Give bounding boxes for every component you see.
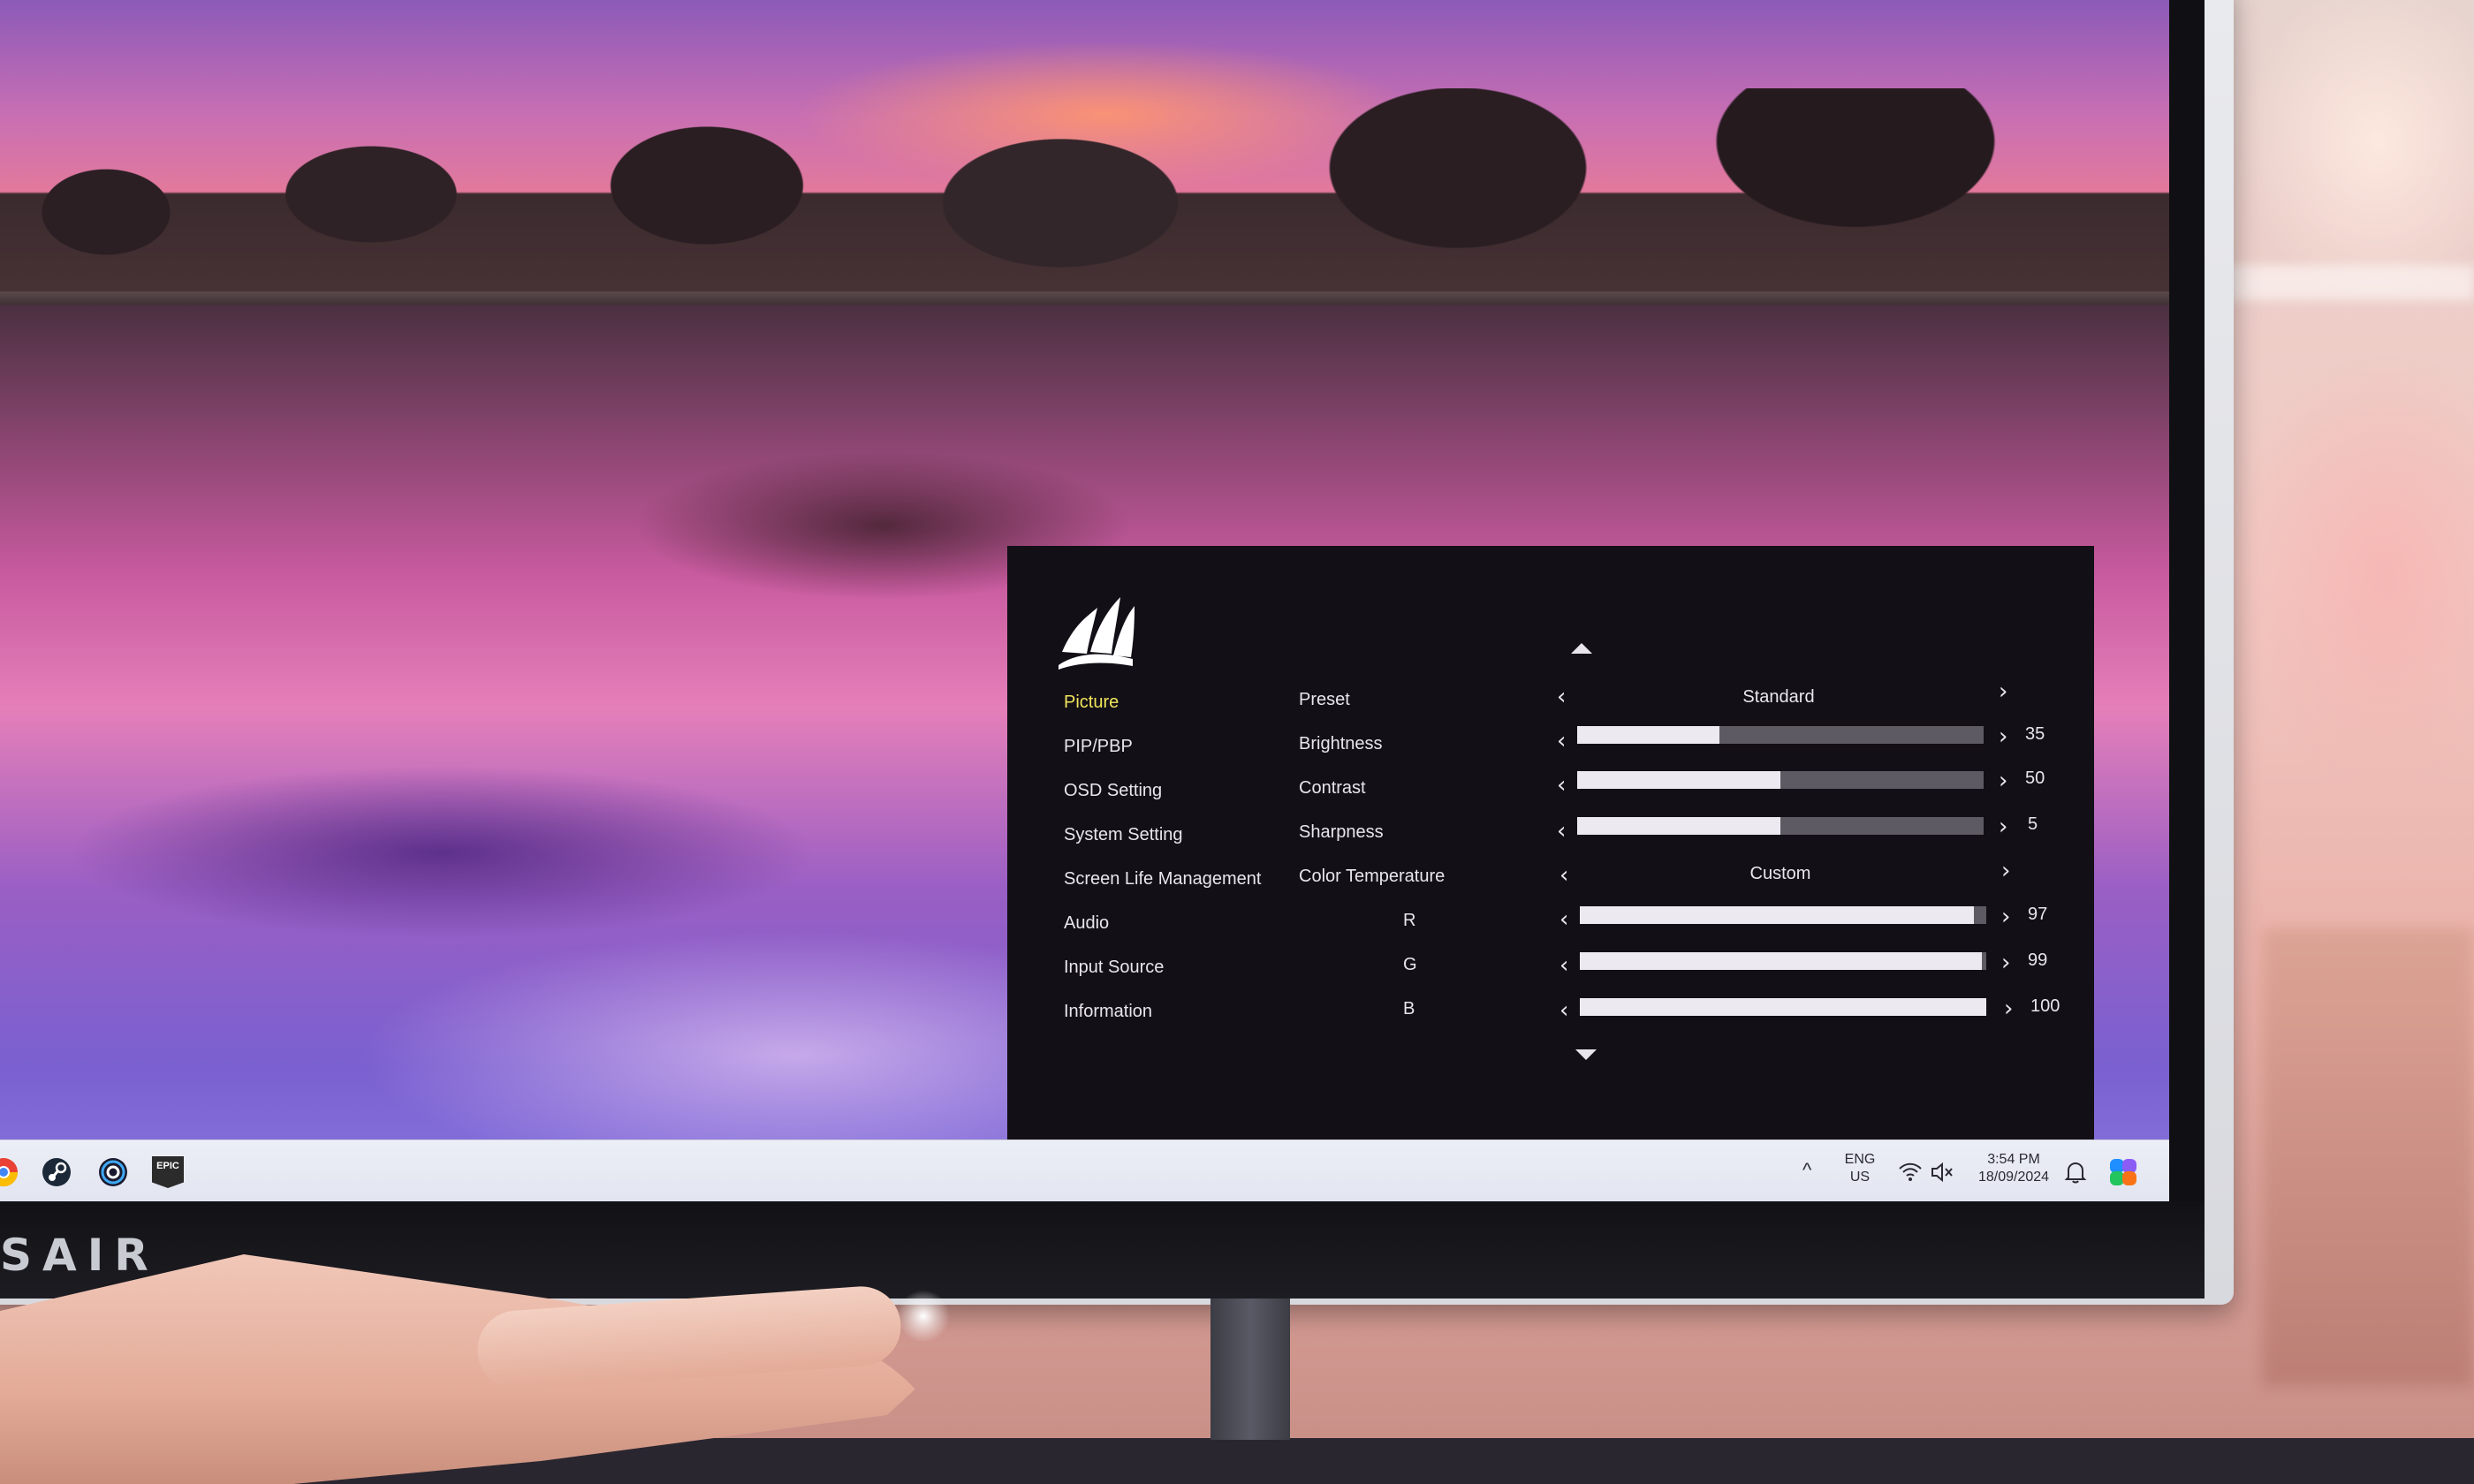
clock[interactable]: 3:54 PM 18/09/2024 [1965, 1151, 2062, 1186]
contrast-label: Contrast [1299, 778, 1366, 798]
red-gain-slider-fill [1580, 906, 1975, 924]
blue-gain-decrease-icon[interactable]: ‹ [1560, 999, 1568, 1022]
menu-item-audio[interactable]: Audio [1064, 913, 1109, 934]
brightness-slider[interactable] [1577, 726, 1984, 744]
monitor-brand-text: SAIR [0, 1230, 159, 1281]
monitor-stand [1210, 1298, 1290, 1440]
sharpness-label: Sharpness [1299, 822, 1384, 842]
red-gain-slider[interactable] [1580, 906, 1986, 924]
monitor-screen: Picture PIP/PBP OSD Setting System Setti… [0, 0, 2169, 1201]
color-temperature-next-icon[interactable]: › [2001, 859, 2010, 882]
epic-games-icon[interactable]: EPIC [152, 1156, 184, 1188]
color-temperature-value[interactable]: Custom [1657, 864, 1904, 884]
green-gain-decrease-icon[interactable]: ‹ [1560, 954, 1568, 977]
copilot-icon[interactable] [2106, 1155, 2140, 1189]
contrast-decrease-icon[interactable]: ‹ [1557, 774, 1566, 797]
contrast-value: 50 [2025, 768, 2045, 788]
brightness-value: 35 [2025, 724, 2045, 744]
steam-icon[interactable] [41, 1156, 72, 1188]
sharpness-decrease-icon[interactable]: ‹ [1557, 820, 1566, 843]
contrast-slider-fill [1577, 771, 1780, 789]
region-code: US [1849, 1170, 1871, 1185]
sharpness-value: 5 [2028, 814, 2038, 834]
green-gain-slider-fill [1580, 952, 1983, 970]
blue-gain-slider-fill [1580, 998, 1986, 1016]
menu-item-system-setting[interactable]: System Setting [1064, 825, 1183, 845]
contrast-increase-icon[interactable]: › [1999, 769, 2007, 792]
brightness-slider-fill [1577, 726, 1719, 744]
osd-menu-panel: Picture PIP/PBP OSD Setting System Setti… [1007, 546, 2094, 1140]
notification-bell-icon[interactable] [2064, 1160, 2087, 1185]
show-hidden-icons-icon[interactable]: ^ [1802, 1161, 1811, 1180]
menu-item-picture[interactable]: Picture [1064, 693, 1119, 713]
volume-muted-icon[interactable] [1930, 1160, 1954, 1185]
windows-taskbar: EPIC ^ ENG US 3:54 PM 18/09/2024 [0, 1140, 2169, 1201]
background-object [2262, 928, 2474, 1387]
blue-gain-value: 100 [2030, 996, 2060, 1016]
green-gain-label: G [1403, 955, 1417, 974]
ubisoft-icon[interactable] [97, 1156, 129, 1188]
language-indicator[interactable]: ENG US [1838, 1151, 1882, 1186]
background-shelf [2209, 265, 2474, 300]
green-gain-value: 99 [2028, 950, 2048, 970]
blue-gain-label: B [1403, 999, 1415, 1018]
wallpaper-treeline [0, 88, 2169, 318]
blue-gain-increase-icon[interactable]: › [2004, 997, 2013, 1020]
green-gain-slider[interactable] [1580, 952, 1986, 970]
brightness-label: Brightness [1299, 734, 1383, 753]
preset-label: Preset [1299, 690, 1350, 709]
wifi-icon[interactable] [1898, 1160, 1923, 1185]
blue-gain-slider[interactable] [1580, 998, 1986, 1016]
power-led [897, 1290, 950, 1343]
menu-item-input-source[interactable]: Input Source [1064, 958, 1164, 978]
language-code: ENG [1844, 1152, 1876, 1167]
corsair-sails-icon [1059, 597, 1135, 670]
chrome-icon[interactable] [0, 1156, 19, 1188]
menu-item-pip-pbp[interactable]: PIP/PBP [1064, 737, 1133, 757]
sharpness-increase-icon[interactable]: › [1999, 815, 2007, 838]
color-temperature-prev-icon[interactable]: ‹ [1560, 864, 1568, 887]
menu-item-osd-setting[interactable]: OSD Setting [1064, 781, 1162, 801]
red-gain-value: 97 [2028, 905, 2048, 924]
scroll-down-icon[interactable] [1575, 1049, 1597, 1060]
menu-item-information[interactable]: Information [1064, 1002, 1152, 1022]
brightness-increase-icon[interactable]: › [1999, 725, 2007, 748]
brightness-decrease-icon[interactable]: ‹ [1557, 730, 1566, 753]
clock-date: 18/09/2024 [1977, 1170, 2050, 1185]
red-gain-decrease-icon[interactable]: ‹ [1560, 908, 1568, 931]
contrast-slider[interactable] [1577, 771, 1984, 789]
red-gain-label: R [1403, 911, 1416, 930]
epic-games-label: EPIC [156, 1161, 179, 1171]
sharpness-slider-fill [1577, 817, 1780, 835]
preset-prev-icon[interactable]: ‹ [1557, 685, 1566, 708]
preset-next-icon[interactable]: › [1999, 680, 2007, 703]
preset-value[interactable]: Standard [1655, 687, 1902, 708]
green-gain-increase-icon[interactable]: › [2001, 951, 2010, 974]
red-gain-increase-icon[interactable]: › [2001, 905, 2010, 928]
scroll-up-icon[interactable] [1571, 643, 1592, 654]
sharpness-slider[interactable] [1577, 817, 1984, 835]
menu-item-screen-life-management[interactable]: Screen Life Management [1064, 869, 1261, 890]
color-temperature-label: Color Temperature [1299, 867, 1446, 886]
clock-time: 3:54 PM [1987, 1152, 2040, 1167]
